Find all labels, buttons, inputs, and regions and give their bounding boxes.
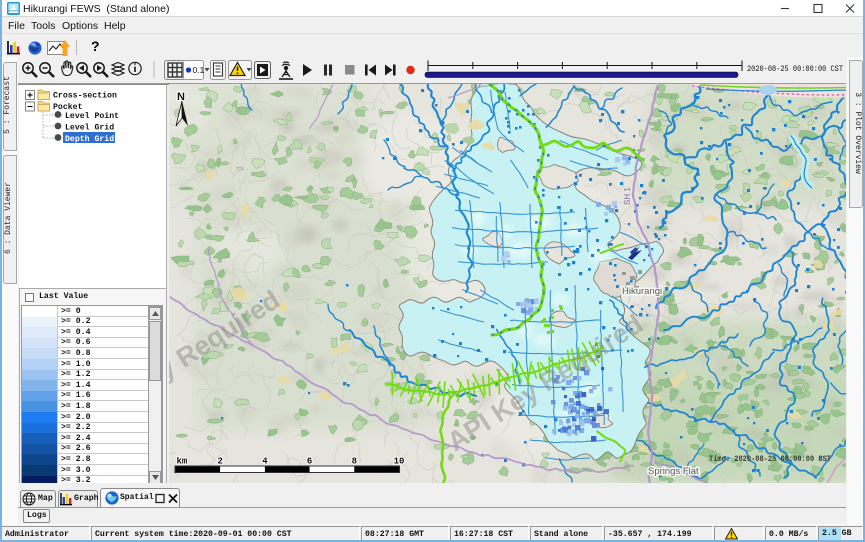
svg-text:SH 1: SH 1: [623, 187, 632, 205]
svg-text:Level Point: Level Point: [65, 111, 119, 121]
svg-text:10: 10: [394, 457, 405, 467]
svg-text:0.1: 0.1: [193, 65, 205, 75]
svg-text:Cross-section: Cross-section: [53, 91, 117, 101]
svg-text:8: 8: [352, 457, 357, 467]
svg-text:km: km: [177, 457, 188, 467]
svg-text:Springs Flat: Springs Flat: [648, 466, 699, 477]
svg-text:N: N: [177, 91, 185, 103]
svg-text:4: 4: [262, 457, 268, 467]
svg-text:2020-08-25 00:00:00 CST: 2020-08-25 00:00:00 CST: [747, 64, 843, 74]
svg-text:Depth Grid: Depth Grid: [65, 134, 114, 144]
svg-text:Level Grid: Level Grid: [65, 123, 114, 133]
svg-text:6: 6: [307, 457, 312, 467]
svg-text:Time: 2020-08-25 00:00:00 CST: Time: 2020-08-25 00:00:00 CST: [709, 454, 831, 464]
svg-text:Hikurangi: Hikurangi: [622, 286, 662, 297]
svg-text:Pocket: Pocket: [53, 102, 83, 112]
svg-text:2: 2: [217, 457, 222, 467]
